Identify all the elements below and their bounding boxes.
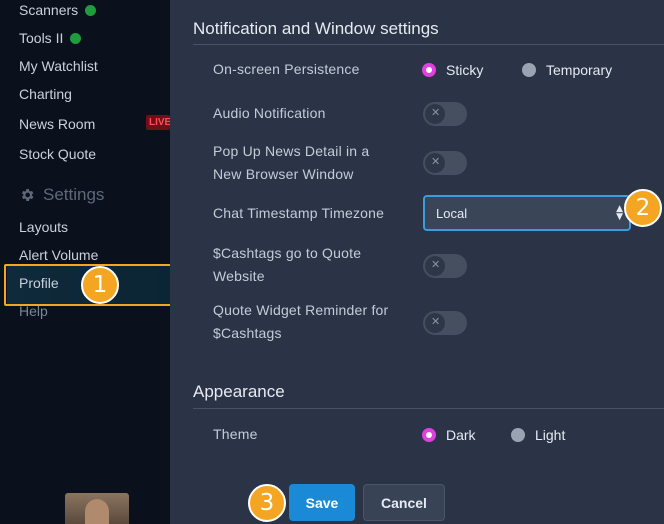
sidebar-item-label: Tools II — [19, 30, 64, 46]
settings-panel: Notification and Window settings On-scre… — [170, 0, 664, 524]
sidebar-item-tools-ii[interactable]: Tools II — [19, 30, 82, 46]
persistence-label: On-screen Persistence — [213, 61, 360, 77]
label-line: New Browser Window — [213, 166, 354, 182]
close-icon: ✕ — [431, 258, 441, 271]
avatar[interactable] — [65, 493, 129, 524]
sidebar-item-alert-volume[interactable]: Alert Volume — [19, 247, 98, 263]
radio-label: Temporary — [546, 62, 613, 78]
annotation-badge-2: 2 — [624, 189, 662, 227]
save-button[interactable]: Save — [289, 484, 355, 521]
section-divider — [193, 44, 664, 45]
radio-label: Light — [535, 427, 566, 443]
annotation-badge-1: 1 — [81, 266, 119, 304]
audio-notification-toggle[interactable]: ✕ — [423, 102, 467, 126]
sidebar-item-label: News Room — [19, 116, 96, 132]
sidebar-item-label: Scanners — [19, 2, 79, 18]
radio-dark[interactable]: Dark — [422, 427, 476, 443]
radio-selected-icon — [422, 63, 436, 77]
sidebar-item-label: Charting — [19, 86, 72, 102]
quote-reminder-label: Quote Widget Reminder for $Cashtags — [213, 299, 388, 345]
timezone-label: Chat Timestamp Timezone — [213, 205, 385, 221]
live-badge: LIVE — [146, 115, 170, 130]
label-line: $Cashtags go to Quote — [213, 245, 362, 261]
radio-unselected-icon — [522, 63, 536, 77]
status-online-icon — [85, 4, 97, 16]
appearance-section-title: Appearance — [193, 382, 285, 401]
radio-sticky[interactable]: Sticky — [422, 62, 483, 78]
label-line: $Cashtags — [213, 325, 282, 341]
sidebar-item-news-room[interactable]: News Room — [19, 116, 95, 132]
close-icon: ✕ — [431, 106, 441, 119]
radio-label: Sticky — [446, 62, 484, 78]
sidebar: Scanners Tools II My Watchlist Charting … — [0, 0, 173, 524]
close-icon: ✕ — [431, 155, 441, 168]
sidebar-item-scanners[interactable]: Scanners — [19, 2, 97, 18]
timezone-select[interactable]: Local ▲ ▼ — [423, 195, 631, 231]
sidebar-item-label: My Watchlist — [19, 58, 98, 74]
sidebar-item-my-watchlist[interactable]: My Watchlist — [19, 58, 98, 74]
notification-section-title: Notification and Window settings — [193, 19, 439, 38]
section-divider — [193, 408, 664, 409]
status-online-icon — [70, 32, 82, 44]
gear-icon — [21, 189, 34, 201]
theme-label: Theme — [213, 426, 258, 442]
avatar-face — [85, 499, 109, 524]
sidebar-item-stock-quote[interactable]: Stock Quote — [19, 146, 96, 162]
sidebar-item-label: Layouts — [19, 219, 69, 235]
settings-section-header: Settings — [19, 185, 104, 205]
cashtags-quote-toggle[interactable]: ✕ — [423, 254, 467, 278]
settings-header-label: Settings — [43, 185, 105, 204]
label-line: Pop Up News Detail in a — [213, 143, 370, 159]
sidebar-item-label: Alert Volume — [19, 247, 99, 263]
sidebar-item-layouts[interactable]: Layouts — [19, 219, 68, 235]
radio-unselected-icon — [511, 428, 525, 442]
label-line: Quote Widget Reminder for — [213, 302, 389, 318]
label-line: Website — [213, 268, 265, 284]
cashtags-quote-label: $Cashtags go to Quote Website — [213, 242, 361, 288]
chevron-updown-icon: ▲ ▼ — [616, 204, 623, 222]
annotation-badge-3: 3 — [248, 484, 286, 522]
popup-news-label: Pop Up News Detail in a New Browser Wind… — [213, 140, 369, 186]
audio-notification-label: Audio Notification — [213, 105, 326, 121]
sidebar-item-charting[interactable]: Charting — [19, 86, 72, 102]
close-icon: ✕ — [431, 315, 441, 328]
radio-light[interactable]: Light — [511, 427, 565, 443]
select-value: Local — [436, 205, 468, 221]
cancel-button[interactable]: Cancel — [363, 484, 445, 521]
radio-label: Dark — [446, 427, 476, 443]
radio-temporary[interactable]: Temporary — [522, 62, 612, 78]
sidebar-item-label: Stock Quote — [19, 146, 97, 162]
radio-selected-icon — [422, 428, 436, 442]
popup-news-toggle[interactable]: ✕ — [423, 151, 467, 175]
quote-reminder-toggle[interactable]: ✕ — [423, 311, 467, 335]
